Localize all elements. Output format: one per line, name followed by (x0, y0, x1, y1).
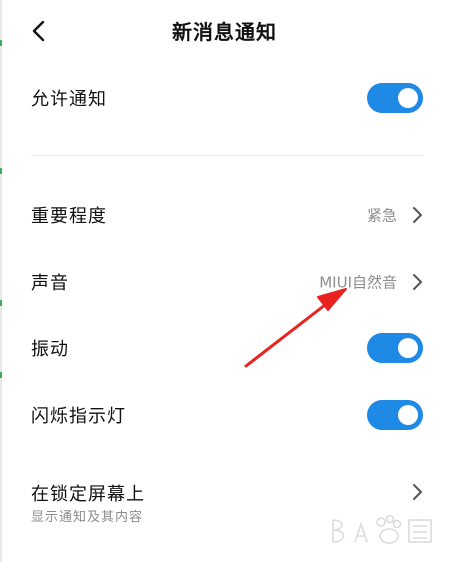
section-divider (31, 155, 424, 156)
watermark-logo-icon (332, 514, 432, 544)
importance-label: 重要程度 (31, 206, 107, 227)
allow-notifications-toggle[interactable] (367, 83, 423, 113)
importance-row[interactable]: 重要程度 紧急 (0, 185, 449, 245)
vibration-label: 振动 (31, 339, 69, 360)
toggle-knob (398, 405, 418, 425)
allow-notifications-label: 允许通知 (31, 89, 107, 110)
toggle-knob (398, 338, 418, 358)
header-bar: 新消息通知 (0, 0, 449, 62)
indicator-light-label: 闪烁指示灯 (31, 406, 126, 427)
page-title: 新消息通知 (172, 20, 277, 44)
chevron-right-icon (413, 274, 422, 290)
lock-screen-label: 在锁定屏幕上 (31, 484, 145, 505)
sound-value: MIUI自然音 (319, 273, 397, 292)
notification-settings-page: 新消息通知 允许通知 重要程度 紧急 声音 MIUI自然音 振动 闪烁指示灯 在… (0, 0, 449, 562)
lock-screen-sublabel: 显示通知及其内容 (31, 510, 144, 525)
chevron-right-icon (413, 484, 422, 500)
vibration-row[interactable]: 振动 (0, 318, 449, 378)
indicator-light-toggle[interactable] (367, 400, 423, 430)
toggle-knob (398, 88, 418, 108)
indicator-light-row[interactable]: 闪烁指示灯 (0, 385, 449, 445)
sound-row[interactable]: 声音 MIUI自然音 (0, 252, 449, 312)
chevron-right-icon (413, 207, 422, 223)
allow-notifications-row[interactable]: 允许通知 (0, 68, 449, 128)
sound-label: 声音 (31, 273, 69, 294)
importance-value: 紧急 (366, 206, 397, 225)
vibration-toggle[interactable] (367, 333, 423, 363)
edge-mark (0, 168, 2, 174)
